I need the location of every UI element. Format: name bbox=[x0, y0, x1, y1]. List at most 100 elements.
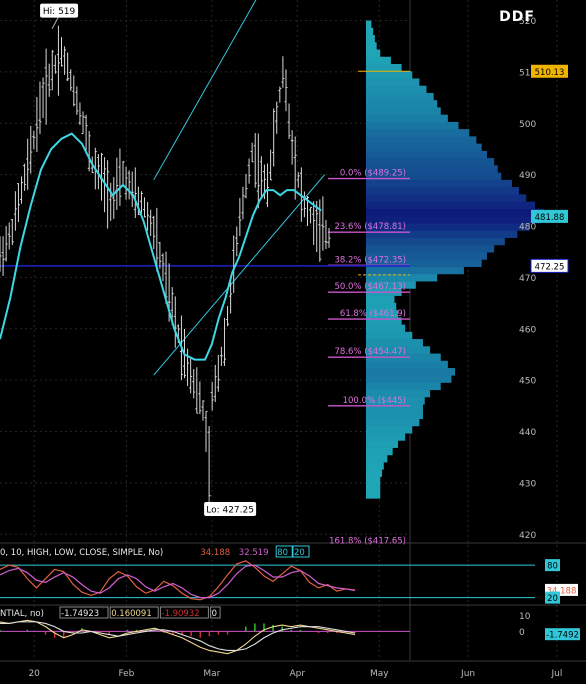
volume-profile-bar bbox=[366, 462, 384, 470]
volume-profile-bar bbox=[366, 121, 459, 130]
stoch-header-text: 34.188 bbox=[200, 548, 230, 558]
x-tick-label: Jun bbox=[460, 669, 475, 679]
hi-leader bbox=[51, 17, 59, 29]
stoch-k-line bbox=[0, 560, 356, 601]
x-tick-label: Mar bbox=[203, 669, 220, 679]
volume-profile-bar bbox=[366, 49, 381, 58]
volume-profile-bar bbox=[366, 339, 423, 347]
y-tick-label: 500 bbox=[519, 120, 536, 130]
y-tick-label: 420 bbox=[519, 531, 536, 541]
volume-profile-bar bbox=[366, 237, 505, 246]
x-tick-label: 20 bbox=[28, 669, 40, 679]
hi-label: Hi: 519 bbox=[43, 7, 76, 17]
y-tick-label: 450 bbox=[519, 377, 536, 387]
volume-profile-bar bbox=[366, 454, 388, 463]
volume-profile-bar bbox=[366, 136, 477, 144]
volume-profile-bar bbox=[366, 194, 527, 202]
volume-profile-bar bbox=[366, 150, 488, 159]
volume-profile-bar bbox=[366, 375, 452, 383]
fib-label: 0.0% ($489.25) bbox=[340, 169, 406, 179]
macd-panel: NTIAL, no) -1.74923 0.160091 -1.90932 0 10 0 -1… bbox=[0, 606, 580, 655]
y-tick-label: 480 bbox=[519, 223, 536, 233]
volume-profile-bar bbox=[366, 100, 438, 108]
volume-profile-bar bbox=[366, 425, 413, 434]
price-series bbox=[0, 25, 331, 498]
stoch-header-text: 80 bbox=[277, 548, 288, 558]
volume-profile-bar bbox=[366, 411, 423, 420]
volume-profile-bar bbox=[366, 27, 374, 36]
volume-profile-bar bbox=[366, 491, 381, 499]
volume-profile-bar bbox=[366, 187, 520, 195]
y-tick-label: 460 bbox=[519, 325, 536, 335]
volume-profile-bar bbox=[366, 360, 448, 369]
fib-label: 61.8% ($461.9) bbox=[340, 309, 406, 319]
volume-profile-bar bbox=[366, 63, 402, 72]
y-tick-label: 430 bbox=[519, 479, 536, 489]
macd-line bbox=[0, 619, 356, 655]
volume-profile-bar bbox=[366, 418, 420, 427]
trend-channel bbox=[153, 0, 325, 376]
stoch-header-text: 0, 10, HIGH, LOW, CLOSE, SIMPLE, No) bbox=[0, 548, 163, 558]
volume-profile-bar bbox=[366, 143, 482, 152]
brand-logo: DDF bbox=[499, 9, 535, 25]
volume-profile-bar bbox=[366, 368, 455, 376]
volume-profile-bar bbox=[366, 331, 413, 340]
chart-svg: 0.0% ($489.25) 23.6% ($478.81) 38.2% ($472… bbox=[0, 0, 586, 679]
volume-profile-bar bbox=[366, 78, 420, 87]
x-tick-label: Jul bbox=[550, 669, 562, 679]
y-tick-label: 490 bbox=[519, 171, 536, 181]
volume-profile-bar bbox=[366, 179, 512, 188]
volume-profile-bar bbox=[366, 433, 406, 441]
stoch-tag-label: 20 bbox=[547, 594, 558, 604]
fib-label: 50.0% ($467.13) bbox=[335, 282, 407, 292]
volume-profile-bar bbox=[366, 447, 393, 456]
volume-profile-bar bbox=[366, 92, 434, 101]
volume-profile-bar bbox=[366, 273, 438, 282]
volume-profile-bar bbox=[366, 324, 406, 333]
grid-layer bbox=[0, 0, 586, 662]
macd-y-tick: 10 bbox=[519, 612, 531, 622]
volume-profile-bar bbox=[366, 20, 372, 29]
volume-profile-bar bbox=[366, 71, 413, 79]
price-tag-label: 481.88 bbox=[535, 213, 565, 223]
volume-profile-bar bbox=[366, 85, 427, 94]
macd-header-text: 0 bbox=[212, 609, 217, 619]
volume-profile-bar bbox=[366, 440, 399, 448]
price-tag-label: 510.13 bbox=[535, 68, 565, 78]
macd-header-text: 0.160091 bbox=[111, 609, 152, 619]
price-y-axis: 420430440450460470480490500510520 bbox=[519, 17, 536, 541]
macd-header-text: -1.74923 bbox=[61, 609, 99, 619]
volume-profile-bar bbox=[366, 158, 495, 166]
y-tick-label: 440 bbox=[519, 428, 536, 438]
volume-profile-bar bbox=[366, 107, 441, 115]
volume-profile-bar bbox=[366, 208, 544, 217]
stoch-header-text: 32.519 bbox=[239, 548, 269, 558]
volume-profile-bar bbox=[366, 483, 381, 492]
volume-profile-bar bbox=[366, 266, 464, 275]
volume-profile-bar bbox=[366, 244, 495, 253]
volume-profile-bar bbox=[366, 476, 381, 485]
fib-label: 78.6% ($454.47) bbox=[335, 347, 407, 357]
volume-profile-bar bbox=[366, 469, 383, 477]
price-tags: 510.13 481.88 472.25 bbox=[530, 64, 569, 273]
time-axis: 20 Feb Mar Apr May Jun Jul bbox=[28, 669, 562, 679]
volume-profile-bar bbox=[366, 42, 377, 50]
fib-label: 38.2% ($472.35) bbox=[335, 255, 407, 265]
fib-label: 100.0% ($445) bbox=[343, 396, 406, 406]
channel-lower-line bbox=[153, 174, 325, 376]
y-tick-label: 470 bbox=[519, 274, 536, 284]
fib-label: 161.8% ($417.65) bbox=[329, 536, 406, 546]
volume-profile-bar bbox=[366, 114, 448, 123]
volume-profile-bar bbox=[366, 201, 536, 210]
stoch-header-text: 20 bbox=[294, 548, 305, 558]
volume-profile-bar bbox=[366, 295, 395, 304]
volume-profile-bar bbox=[366, 35, 375, 43]
chart-stage: 0.0% ($489.25) 23.6% ($478.81) 38.2% ($472… bbox=[0, 0, 586, 680]
x-tick-label: Feb bbox=[118, 669, 134, 679]
volume-profile-bar bbox=[366, 129, 470, 137]
hi-lo-annotations: Hi: 519 Lo: 427.25 bbox=[40, 3, 257, 517]
lo-label: Lo: 427.25 bbox=[206, 506, 254, 516]
macd-header-text: NTIAL, no) bbox=[0, 609, 44, 619]
stochastic-panel: 0, 10, HIGH, LOW, CLOSE, SIMPLE, No) 34.1… bbox=[0, 545, 578, 604]
x-tick-label: Apr bbox=[289, 669, 305, 679]
